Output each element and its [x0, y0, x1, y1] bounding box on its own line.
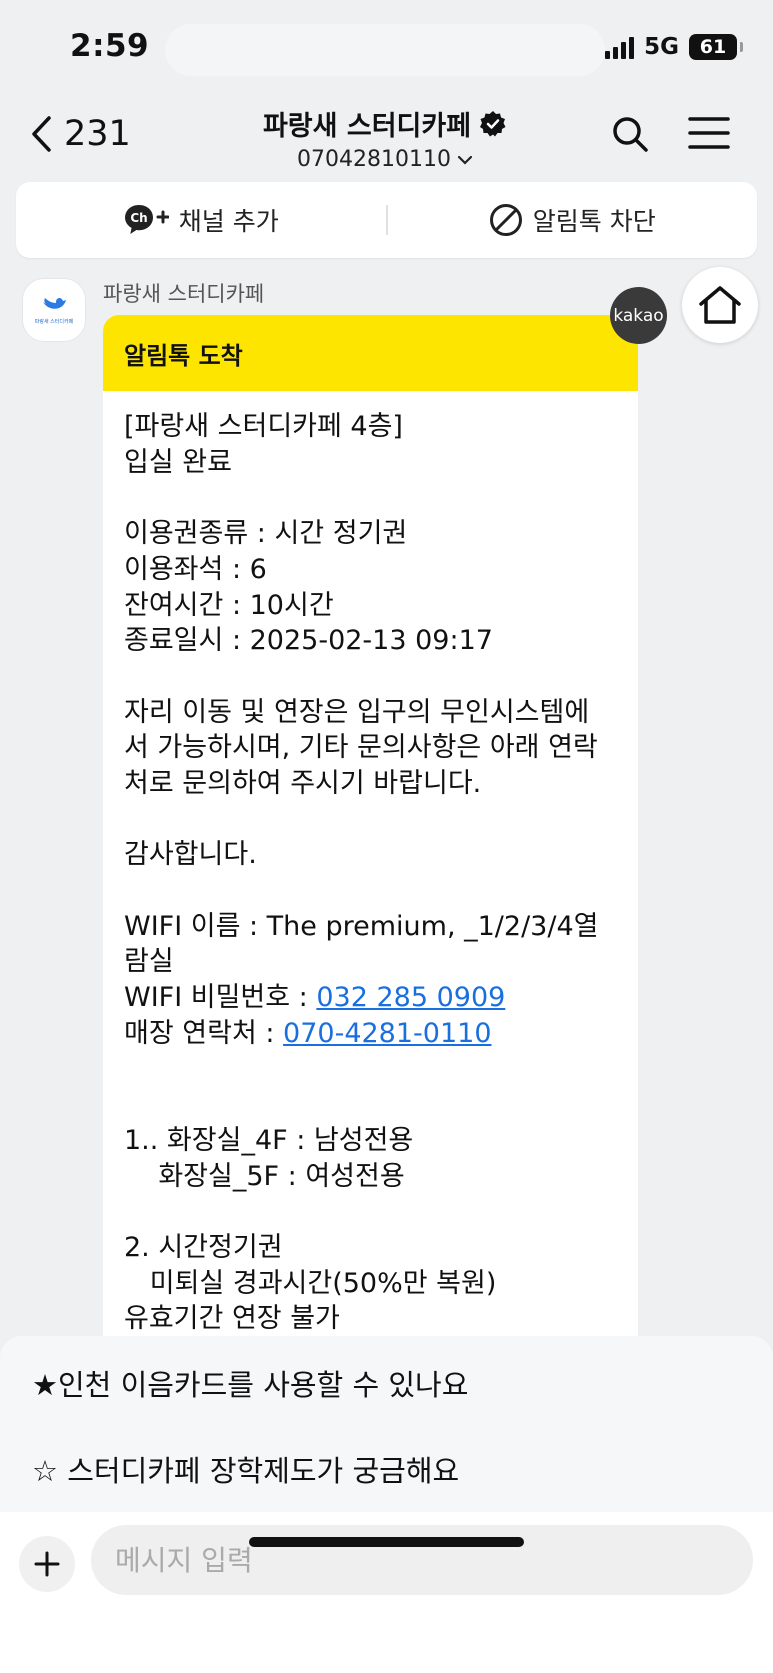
channel-name: 파랑새 스터디카페	[262, 111, 472, 142]
battery-level: 61	[699, 36, 727, 58]
chevron-left-icon	[32, 116, 51, 152]
add-channel-label: 채널 추가	[178, 207, 279, 236]
hamburger-menu-icon	[688, 117, 730, 149]
status-icons: 5G 61	[605, 34, 743, 60]
signal-icon	[605, 35, 635, 59]
wifi-password-label: WIFI 비밀번호 :	[124, 982, 317, 1014]
block-alimtalk-button[interactable]: 알림톡 차단	[388, 202, 758, 238]
message-line: [파랑새 스터디카페 4층]	[124, 411, 403, 442]
store-contact-label: 매장 연락처 :	[124, 1017, 284, 1049]
message-line	[124, 480, 617, 516]
channel-phone-dropdown[interactable]: 07042810110	[200, 147, 570, 172]
message-line	[124, 873, 617, 909]
store-contact-link[interactable]: 070-4281-0110	[283, 1018, 491, 1049]
avatar-caption: 파랑새 스터디카페	[34, 318, 74, 325]
plus-icon	[34, 1551, 60, 1577]
message-line: 유효기간 연장 불가	[124, 1303, 340, 1335]
message-line: 1.. 화장실_4F : 남성전용	[124, 1124, 414, 1156]
kakao-badge[interactable]: kakao	[610, 287, 667, 344]
message-line: 종료일시 : 2025-02-13 09:17	[124, 625, 493, 657]
message-body: [파랑새 스터디카페 4층] 입실 완료 이용권종류 : 시간 정기권 이용좌석…	[103, 391, 638, 1337]
channel-add-icon: Ch	[124, 205, 169, 234]
message-line: 화장실_5F : 여성전용	[124, 1160, 405, 1192]
chat-header: 231 파랑새 스터디카페 07042810110	[0, 96, 773, 180]
message-line: 서 가능하시며, 기타 문의사항은 아래 연락	[124, 732, 598, 764]
attach-button[interactable]	[19, 1536, 75, 1592]
home-button[interactable]	[682, 267, 758, 343]
bird-logo-icon	[43, 297, 66, 309]
message-line	[124, 659, 617, 695]
message-line: 잔여시간 : 10시간	[124, 589, 334, 621]
message-line: 2. 시간정기권	[124, 1232, 283, 1264]
search-icon	[613, 117, 648, 152]
home-indicator	[249, 1537, 524, 1547]
message-line	[124, 1194, 617, 1230]
quick-reply-item[interactable]: ★인천 이음카드를 사용할 수 있나요	[32, 1362, 468, 1404]
status-bar: 2:59 5G 61	[0, 0, 773, 100]
menu-button[interactable]	[688, 116, 730, 154]
message-line: WIFI 이름 : The premium, _1/2/3/4열	[124, 910, 599, 942]
message-line	[124, 1052, 617, 1088]
block-icon	[489, 204, 522, 236]
channel-phone: 07042810110	[297, 147, 451, 172]
sender-name: 파랑새 스터디카페	[103, 282, 265, 306]
message-line: 이용좌석 : 6	[124, 553, 267, 585]
search-button[interactable]	[610, 114, 650, 158]
message-line: 입실 완료	[124, 446, 232, 478]
svg-text:Ch: Ch	[130, 211, 147, 225]
message-line: 자리 이동 및 연장은 입구의 무인시스템에	[124, 696, 590, 728]
back-button[interactable]: 231	[30, 114, 131, 154]
status-time: 2:59	[70, 28, 150, 64]
wifi-password-line: WIFI 비밀번호 : 032 285 0909	[124, 980, 617, 1016]
message-line: 처로 문의하여 주시기 바랍니다.	[124, 768, 482, 799]
home-icon	[699, 286, 741, 324]
network-label: 5G	[644, 34, 679, 60]
unread-count: 231	[64, 114, 131, 154]
chevron-down-icon	[457, 155, 473, 165]
dynamic-island-pill	[165, 24, 605, 76]
message-input[interactable]	[91, 1525, 753, 1595]
quick-reply-panel: ★인천 이음카드를 사용할 수 있나요 ☆ 스터디카페 장학제도가 궁금해요	[0, 1336, 773, 1512]
message-heading: 알림톡 도착	[103, 315, 638, 391]
battery-icon: 61	[689, 34, 743, 60]
store-contact-line: 매장 연락처 : 070-4281-0110	[124, 1016, 617, 1052]
message-line	[124, 802, 617, 838]
add-channel-button[interactable]: Ch 채널 추가	[16, 202, 386, 238]
channel-title: 파랑새 스터디카페	[200, 104, 570, 143]
chat-title-block[interactable]: 파랑새 스터디카페 07042810110	[200, 104, 570, 172]
message-line: 미퇴실 경과시간(50%만 복원)	[124, 1267, 497, 1299]
channel-avatar[interactable]: 파랑새 스터디카페	[22, 278, 86, 342]
block-label: 알림톡 차단	[532, 207, 656, 236]
verified-badge-icon	[480, 110, 506, 136]
message-line: 감사합니다.	[124, 839, 257, 871]
message-line: 이용권종류 : 시간 정기권	[124, 518, 408, 550]
message-line: 람실	[124, 946, 174, 978]
channel-action-bar: Ch 채널 추가 알림톡 차단	[16, 182, 757, 258]
quick-reply-item[interactable]: ☆ 스터디카페 장학제도가 궁금해요	[32, 1448, 459, 1490]
message-line	[124, 1087, 617, 1123]
alimtalk-message-bubble: 알림톡 도착 [파랑새 스터디카페 4층] 입실 완료 이용권종류 : 시간 정…	[103, 315, 638, 1435]
wifi-password-link[interactable]: 032 285 0909	[316, 982, 505, 1013]
